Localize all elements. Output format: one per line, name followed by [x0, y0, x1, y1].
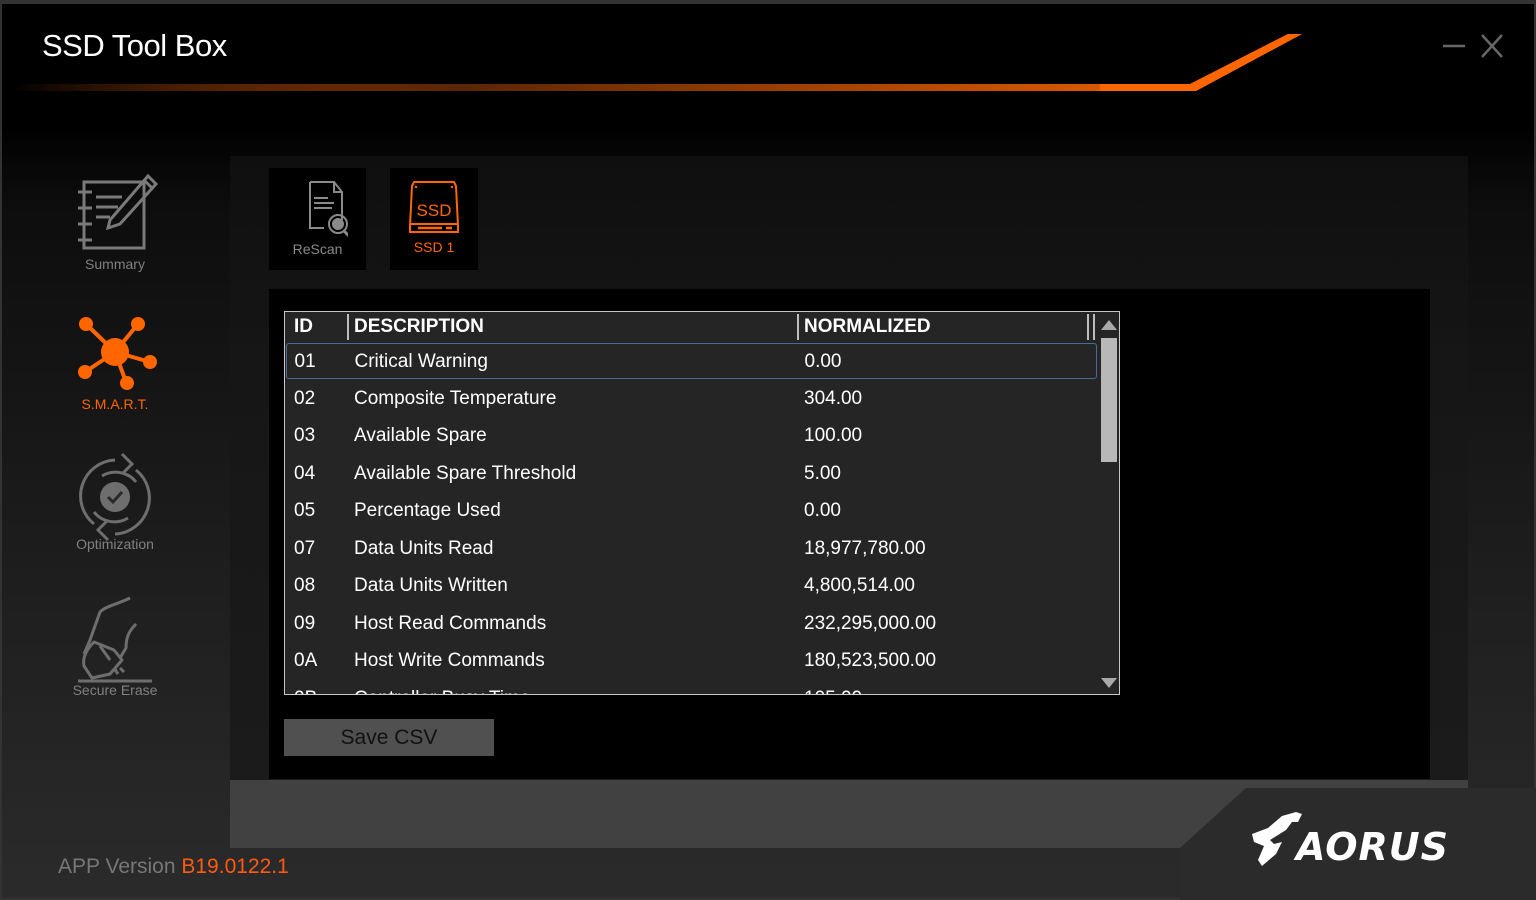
cell-normalized: 0.00	[804, 500, 841, 521]
cell-description: Data Units Read	[354, 537, 494, 559]
version-label: APP Version	[58, 855, 176, 878]
cell-id: 01	[294, 351, 316, 372]
cell-normalized: 304.00	[804, 387, 863, 409]
sidebar-item-secure-erase[interactable]: Secure Erase	[40, 596, 190, 698]
scroll-down-arrow-icon[interactable]	[1101, 676, 1117, 690]
header-accent-line	[10, 34, 1302, 91]
cell-id: 0B	[294, 688, 317, 695]
smart-attributes-table: ID DESCRIPTION NORMALIZED 01 Critical War…	[284, 311, 1120, 695]
sidebar-item-label: Summary	[85, 256, 145, 272]
sidebar-item-label: S.M.A.R.T.	[81, 396, 149, 412]
window-controls	[1440, 30, 1506, 64]
column-header-description[interactable]: DESCRIPTION	[354, 316, 484, 338]
cell-normalized: 232,295,000.00	[804, 612, 937, 634]
column-header-normalized[interactable]: NORMALIZED	[804, 316, 931, 338]
table-row[interactable]: 04 Available Spare Threshold 5.00	[285, 456, 1097, 493]
cell-description: Host Read Commands	[354, 612, 547, 634]
app-title: SSD Tool Box	[42, 28, 227, 63]
cell-normalized: 5.00	[804, 462, 841, 484]
table-row[interactable]: 03 Available Spare 100.00	[285, 418, 1097, 455]
table-row[interactable]: 0B Controller Busy Time 105.00	[285, 681, 1097, 695]
sidebar-item-optimization[interactable]: Optimization	[40, 452, 190, 552]
save-csv-button[interactable]: Save CSV	[284, 719, 494, 756]
minimize-icon	[1443, 44, 1465, 48]
cell-description: Controller Busy Time	[354, 688, 530, 695]
cell-id: 07	[294, 537, 316, 559]
aorus-logo: AORUS	[1252, 812, 1449, 869]
hand-eraser-icon	[78, 596, 152, 683]
ssd-icon-text: SSD	[417, 201, 452, 220]
column-header-id[interactable]: ID	[294, 316, 313, 338]
ssd-drive-icon: SSD	[409, 181, 459, 233]
table-row[interactable]: 07 Data Units Read 18,977,780.00	[285, 531, 1097, 568]
notebook-pen-icon	[78, 173, 159, 250]
table-row[interactable]: 08 Data Units Written 4,800,514.00	[285, 568, 1097, 605]
sidebar-item-summary[interactable]: Summary	[40, 170, 190, 272]
cell-description: Host Write Commands	[354, 650, 545, 671]
drive-label: SSD 1	[413, 239, 455, 255]
cell-normalized: 180,523,500.00	[804, 650, 937, 671]
version-value: B19.0122.1	[181, 855, 289, 878]
cell-id: 09	[294, 612, 316, 634]
network-nodes-icon	[78, 317, 157, 390]
sidebar-item-label: Secure Erase	[72, 682, 158, 698]
cell-normalized: 100.00	[804, 425, 863, 446]
cell-description: Critical Warning	[354, 351, 488, 372]
cell-description: Data Units Written	[354, 575, 508, 596]
cell-normalized: 105.00	[804, 688, 862, 695]
table-scrollbar[interactable]	[1099, 312, 1119, 694]
refresh-check-icon	[79, 452, 151, 542]
cell-description: Composite Temperature	[354, 387, 557, 409]
close-button[interactable]	[1478, 30, 1506, 64]
cell-id: 02	[294, 387, 316, 409]
close-icon	[1481, 34, 1503, 58]
table-row[interactable]: 05 Percentage Used 0.00	[285, 493, 1097, 530]
cell-normalized: 18,977,780.00	[804, 537, 926, 559]
eagle-mark-icon	[1252, 812, 1302, 866]
column-resize-handle[interactable]	[797, 314, 799, 340]
rescan-icon	[308, 181, 351, 239]
table-row[interactable]: 0A Host Write Commands 180,523,500.00	[285, 643, 1097, 680]
cell-id: 0A	[294, 650, 318, 671]
rescan-label: ReScan	[292, 241, 343, 257]
cell-id: 05	[294, 500, 316, 521]
cell-description: Available Spare	[354, 425, 487, 446]
cell-id: 08	[294, 575, 316, 596]
column-resize-handle[interactable]	[1087, 314, 1089, 340]
table-header: ID DESCRIPTION NORMALIZED	[285, 312, 1097, 342]
column-resize-handle[interactable]	[347, 314, 349, 340]
rescan-button[interactable]: ReScan	[269, 168, 366, 270]
sidebar-item-smart[interactable]: S.M.A.R.T.	[40, 312, 190, 412]
cell-id: 04	[294, 462, 316, 484]
table-row[interactable]: 02 Composite Temperature 304.00	[285, 381, 1097, 418]
table-row[interactable]: 09 Host Read Commands 232,295,000.00	[285, 606, 1097, 643]
cell-id: 03	[294, 425, 316, 446]
sidebar-item-label: Optimization	[76, 536, 154, 552]
app-version: APP Version B19.0122.1	[58, 855, 289, 879]
cell-description: Percentage Used	[354, 500, 501, 521]
cell-normalized: 0.00	[804, 351, 842, 372]
minimize-button[interactable]	[1440, 30, 1468, 64]
cell-normalized: 4,800,514.00	[804, 575, 915, 596]
column-resize-handle[interactable]	[1093, 314, 1095, 340]
cell-description: Available Spare Threshold	[354, 462, 577, 484]
scrollbar-thumb[interactable]	[1101, 338, 1117, 462]
drive-ssd1-button[interactable]: SSD SSD 1	[390, 168, 478, 270]
table-row[interactable]: 01 Critical Warning 0.00	[286, 343, 1097, 379]
scroll-up-arrow-icon[interactable]	[1101, 318, 1117, 332]
brand-name: AORUS	[1293, 825, 1449, 869]
